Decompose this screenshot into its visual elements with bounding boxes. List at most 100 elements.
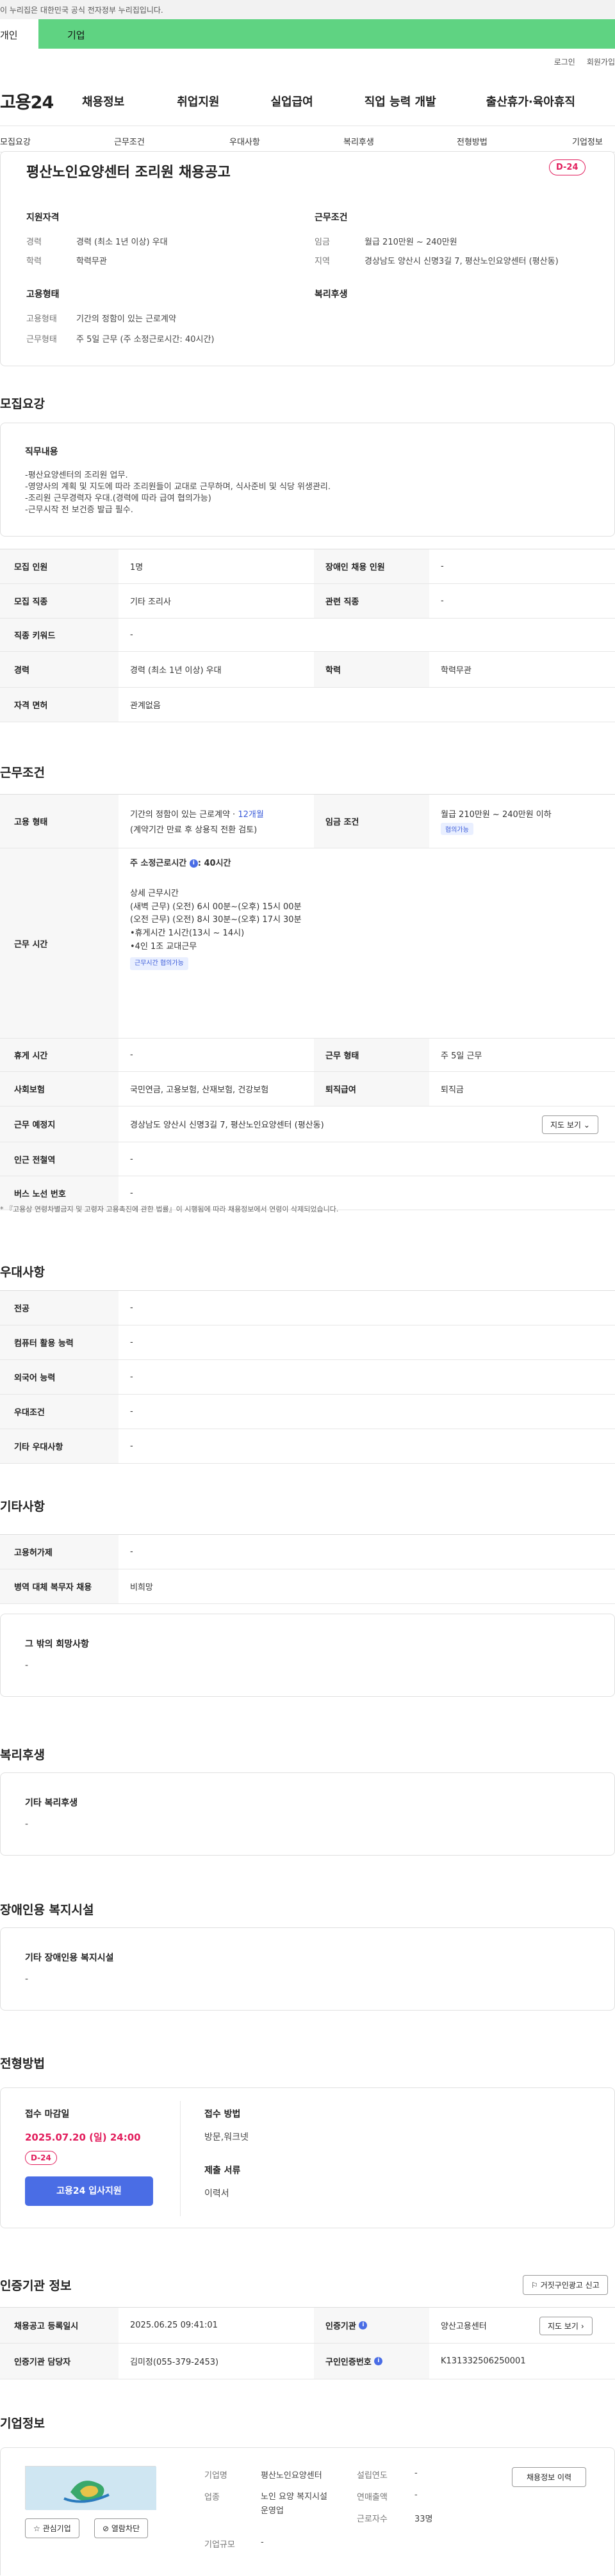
- global-nav: 고용24 채용정보 취업지원 실업급여 직업 능력 개발 출산휴가·육아휴직: [0, 88, 615, 113]
- gnb-unemployment[interactable]: 실업급여: [271, 93, 313, 109]
- dday-badge: D-24: [549, 159, 586, 175]
- site-logo[interactable]: 고용24: [0, 88, 82, 113]
- method-title: 접수 방법: [204, 2109, 241, 2119]
- tab-screening[interactable]: 전형방법: [457, 135, 488, 147]
- emp-count-value: 33명: [414, 2515, 433, 2524]
- td-permit: -: [130, 1547, 133, 1557]
- wage-badge: 협의가능: [441, 823, 473, 835]
- agency-map-button[interactable]: 지도 보기 ›: [539, 2317, 593, 2335]
- apply-button[interactable]: 고용24 입사지원: [25, 2176, 153, 2206]
- th-pref-cond: 우대조건: [0, 1395, 119, 1429]
- emp-label: 고용형태: [26, 314, 57, 324]
- career-label: 경력: [26, 238, 42, 247]
- year-label: 설립연도: [357, 2471, 388, 2481]
- work-label: 근무형태: [26, 335, 57, 344]
- disab-sub: 기타 장애인용 복지시설: [25, 1953, 114, 1963]
- etc-title: 기타사항: [0, 1500, 45, 1514]
- th-rest: 휴게 시간: [0, 1039, 119, 1071]
- tab-recruit[interactable]: 모집요강: [0, 135, 31, 147]
- gov-banner-text: 이 누리집은 대한민국 공식 전자정부 누리집입니다.: [0, 6, 163, 15]
- duty-line: -근무시작 전 보건증 발급 필수.: [25, 505, 133, 515]
- disab-value: -: [25, 1974, 29, 1984]
- detail-line: •휴게시간 1시간(13시 ~ 14시): [130, 928, 245, 939]
- td-place: 경상남도 양산시 신명3길 7, 평산노인요양센터 (평산동): [130, 1121, 324, 1130]
- td-insurance: 국민연금, 고용보험, 산재보험, 건강보험: [130, 1085, 269, 1095]
- tab-business[interactable]: 기업: [38, 19, 615, 49]
- detail-title: 상세 근무시간: [130, 888, 179, 898]
- favorite-button[interactable]: ☆ 관심기업: [25, 2518, 79, 2538]
- report-button[interactable]: ⚐ 거짓구인광고 신고: [523, 2275, 608, 2295]
- td-military: 비희망: [130, 1583, 153, 1592]
- td-form: 주 5일 근무: [441, 1051, 482, 1061]
- deadline-value: 2025.07.20 (일) 24:00: [25, 2132, 141, 2143]
- emp-type: 기간의 정함이 있는 근로계약 ·: [130, 810, 238, 820]
- td-language: -: [130, 1372, 133, 1382]
- td-job: 기타 조리사: [130, 597, 171, 607]
- info-icon[interactable]: i: [374, 2357, 383, 2365]
- agency-title: 인증기관 정보: [0, 2279, 72, 2293]
- gnb-parental-leave[interactable]: 출산휴가·육아휴직: [486, 93, 575, 109]
- th-time: 근무 시간: [0, 848, 119, 1038]
- wage-label: 임금: [315, 238, 330, 247]
- company-logo: [25, 2466, 156, 2510]
- th-mgr: 인증기관 담당자: [0, 2344, 119, 2379]
- wage-cond: 월급 210만원 ~ 240만원 이하: [441, 810, 552, 820]
- docs-title: 제출 서류: [204, 2166, 241, 2176]
- gnb-employment-support[interactable]: 취업지원: [177, 93, 219, 109]
- emp-title: 고용형태: [26, 289, 60, 300]
- detail-line: (새벽 근무) (오전) 6시 00분~(오후) 15시 00분: [130, 902, 302, 912]
- ind-label: 업종: [204, 2493, 220, 2502]
- info-icon[interactable]: i: [189, 859, 198, 868]
- login-link[interactable]: 로그인: [554, 58, 575, 67]
- td-keyword: -: [130, 630, 133, 640]
- deadline-title: 접수 마감일: [25, 2109, 70, 2119]
- other-title: 그 밖의 희망사항: [25, 1639, 89, 1649]
- size-label: 기업규모: [204, 2540, 235, 2550]
- th-related: 관련 직종: [314, 584, 429, 618]
- job-title: 평산노인요양센터 조리원 채용공고: [26, 165, 231, 181]
- screen-title: 전형방법: [0, 2057, 45, 2071]
- emp-line2: (계약기간 만료 후 상용직 전환 검토): [130, 825, 258, 835]
- td-major: -: [130, 1303, 133, 1313]
- tab-preference[interactable]: 우대사항: [229, 135, 260, 147]
- history-button[interactable]: 채용정보 이력: [512, 2467, 587, 2487]
- th-military: 병역 대체 복무자 채용: [0, 1569, 119, 1603]
- emp-period: 12개월: [238, 810, 264, 820]
- method-value: 방문,워크넷: [204, 2132, 249, 2143]
- tab-company[interactable]: 기업정보: [572, 135, 603, 147]
- th-org: 인증기관 i: [314, 2308, 429, 2343]
- tab-welfare[interactable]: 복리후생: [343, 135, 374, 147]
- pref-title: 우대사항: [0, 1265, 45, 1279]
- welfare-value: -: [25, 1819, 29, 1829]
- screen-dday: D-24: [25, 2151, 57, 2165]
- th-reg: 채용공고 등록일시: [0, 2308, 119, 2343]
- welfare-section-title: 복리후생: [0, 1748, 45, 1762]
- sales-value: -: [414, 2490, 418, 2500]
- th-disabled: 장애인 채용 인원: [314, 549, 429, 583]
- recruit-table: 모집 인원 1명 장애인 채용 인원 - 모집 직종 기타 조리사 관련 직종 …: [0, 549, 615, 722]
- tab-conditions[interactable]: 근무조건: [114, 135, 145, 147]
- th-keyword: 직종 키워드: [0, 619, 119, 651]
- th-license: 자격 면허: [0, 688, 119, 722]
- block-button[interactable]: ⊘ 열람차단: [94, 2518, 149, 2538]
- signup-link[interactable]: 회원가입: [587, 58, 615, 67]
- emp-value: 기간의 정함이 있는 근로계약: [76, 314, 176, 324]
- tab-personal[interactable]: 개인: [0, 19, 38, 49]
- size-value: -: [261, 2538, 264, 2547]
- th-insurance: 사회보험: [0, 1072, 119, 1106]
- gnb-training[interactable]: 직업 능력 개발: [365, 93, 436, 109]
- edu-value: 학력무관: [76, 257, 107, 266]
- th-emp: 고용 형태: [0, 795, 119, 848]
- info-icon[interactable]: i: [359, 2321, 368, 2329]
- td-reg: 2025.06.25 09:41:01: [130, 2321, 218, 2330]
- th-career: 경력: [0, 652, 119, 687]
- th-major: 전공: [0, 1291, 119, 1325]
- other-value: -: [25, 1660, 29, 1671]
- cond-table: 고용 형태 기간의 정함이 있는 근로계약 · 12개월 (계약기간 만료 후 …: [0, 794, 615, 1210]
- gnb-jobs[interactable]: 채용정보: [82, 93, 124, 109]
- other-box: 그 밖의 희망사항 -: [0, 1614, 615, 1697]
- name-value: 평산노인요양센터: [261, 2471, 322, 2481]
- map-button[interactable]: 지도 보기 ⌄: [542, 1115, 598, 1134]
- company-box: ☆ 관심기업 ⊘ 열람차단 기업명 평산노인요양센터 업종 노인 요양 복지시설…: [0, 2447, 615, 2575]
- qual-title: 지원자격: [26, 213, 60, 223]
